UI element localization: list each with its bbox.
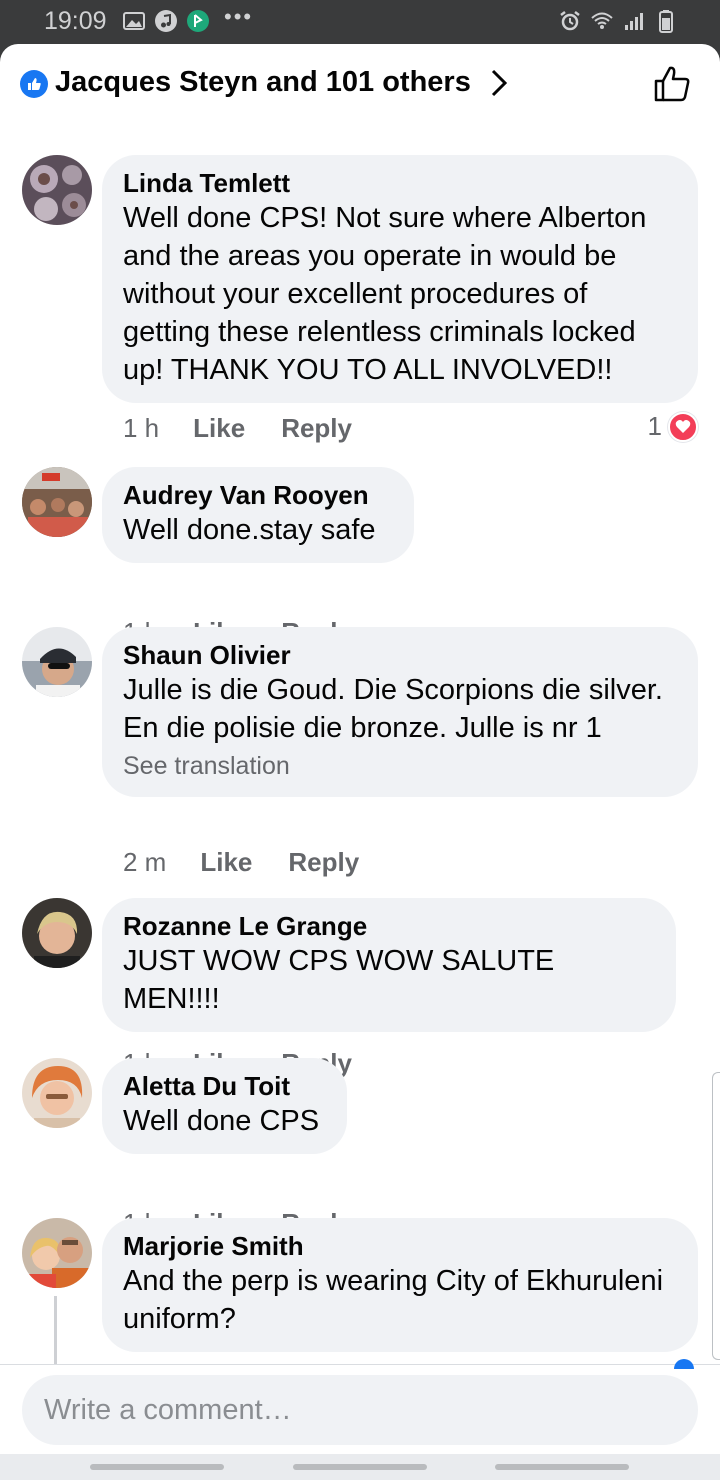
comment-author[interactable]: Shaun Olivier — [123, 639, 676, 671]
comment-bubble[interactable]: Shaun Olivier Julle is die Goud. Die Sco… — [102, 627, 698, 797]
comment-text: Julle is die Goud. Die Scorpions die sil… — [123, 674, 663, 744]
love-reaction-icon — [668, 411, 698, 442]
alarm-icon — [558, 9, 582, 33]
comment-timestamp[interactable]: 2 m — [123, 847, 166, 878]
comments-sheet: Jacques Steyn and 101 others Linda Temle… — [0, 44, 720, 1480]
avatar[interactable] — [22, 627, 92, 697]
like-button[interactable]: Like — [200, 847, 252, 878]
comment-actions: 2 m Like Reply — [123, 847, 395, 878]
gallery-icon — [122, 9, 146, 33]
wifi-icon — [590, 9, 614, 33]
signal-icon — [622, 9, 646, 33]
comment-bubble[interactable]: Rozanne Le Grange JUST WOW CPS WOW SALUT… — [102, 898, 676, 1032]
reactions-header[interactable]: Jacques Steyn and 101 others — [0, 44, 720, 128]
comment-text: Well done CPS — [123, 1105, 320, 1137]
comment-bubble[interactable]: Linda Temlett Well done CPS! Not sure wh… — [102, 155, 698, 403]
music-icon — [154, 9, 178, 33]
comment-author[interactable]: Marjorie Smith — [123, 1230, 676, 1262]
comment-text: Well done.stay safe — [123, 514, 376, 546]
comment-author[interactable]: Linda Temlett — [123, 167, 676, 199]
comment-author[interactable]: Aletta Du Toit — [123, 1070, 325, 1102]
comment-bubble[interactable]: Aletta Du Toit Well done CPS — [102, 1058, 347, 1154]
comment-author[interactable]: Audrey Van Rooyen — [123, 479, 392, 511]
comment-author[interactable]: Rozanne Le Grange — [123, 910, 654, 942]
see-translation-link[interactable]: See translation — [123, 749, 676, 783]
avatar[interactable] — [22, 898, 92, 968]
like-reaction-icon — [20, 70, 48, 98]
system-nav-bar — [0, 1454, 720, 1480]
battery-icon — [654, 9, 678, 33]
comment-actions: 1 h Like Reply — [123, 413, 388, 444]
reply-button[interactable]: Reply — [288, 847, 359, 878]
app-icon — [186, 9, 210, 33]
reply-button[interactable]: Reply — [281, 413, 352, 444]
nav-back-handle[interactable] — [495, 1464, 629, 1470]
nav-home-handle[interactable] — [293, 1464, 427, 1470]
avatar[interactable] — [22, 155, 92, 225]
more-notifications-icon: ••• — [224, 4, 254, 29]
reply-thread-line — [54, 1296, 57, 1366]
comment-timestamp[interactable]: 1 h — [123, 413, 159, 444]
chevron-right-icon[interactable] — [488, 68, 510, 103]
reaction-summary[interactable]: 1 — [648, 411, 698, 442]
avatar[interactable] — [22, 467, 92, 537]
comment-text: JUST WOW CPS WOW SALUTE MEN!!!! — [123, 945, 555, 1015]
thumbs-up-icon[interactable] — [652, 64, 692, 109]
nav-recents-handle[interactable] — [90, 1464, 224, 1470]
status-time: 19:09 — [44, 7, 107, 35]
avatar[interactable] — [22, 1058, 92, 1128]
comment-text: Well done CPS! Not sure where Alberton a… — [123, 202, 647, 386]
avatar[interactable] — [22, 1218, 92, 1288]
scrollbar[interactable] — [712, 1072, 720, 1360]
comment-composer — [0, 1359, 720, 1454]
new-comment-indicator — [674, 1359, 694, 1369]
comment-bubble[interactable]: Audrey Van Rooyen Well done.stay safe — [102, 467, 414, 563]
comment-input[interactable] — [22, 1375, 698, 1445]
reaction-count: 1 — [647, 411, 662, 441]
status-bar: 19:09 ••• — [0, 0, 720, 44]
comment-text: And the perp is wearing City of Ekhurule… — [123, 1265, 664, 1335]
reactions-summary[interactable]: Jacques Steyn and 101 others — [55, 66, 471, 99]
like-button[interactable]: Like — [193, 413, 245, 444]
comment-bubble[interactable]: Marjorie Smith And the perp is wearing C… — [102, 1218, 698, 1352]
